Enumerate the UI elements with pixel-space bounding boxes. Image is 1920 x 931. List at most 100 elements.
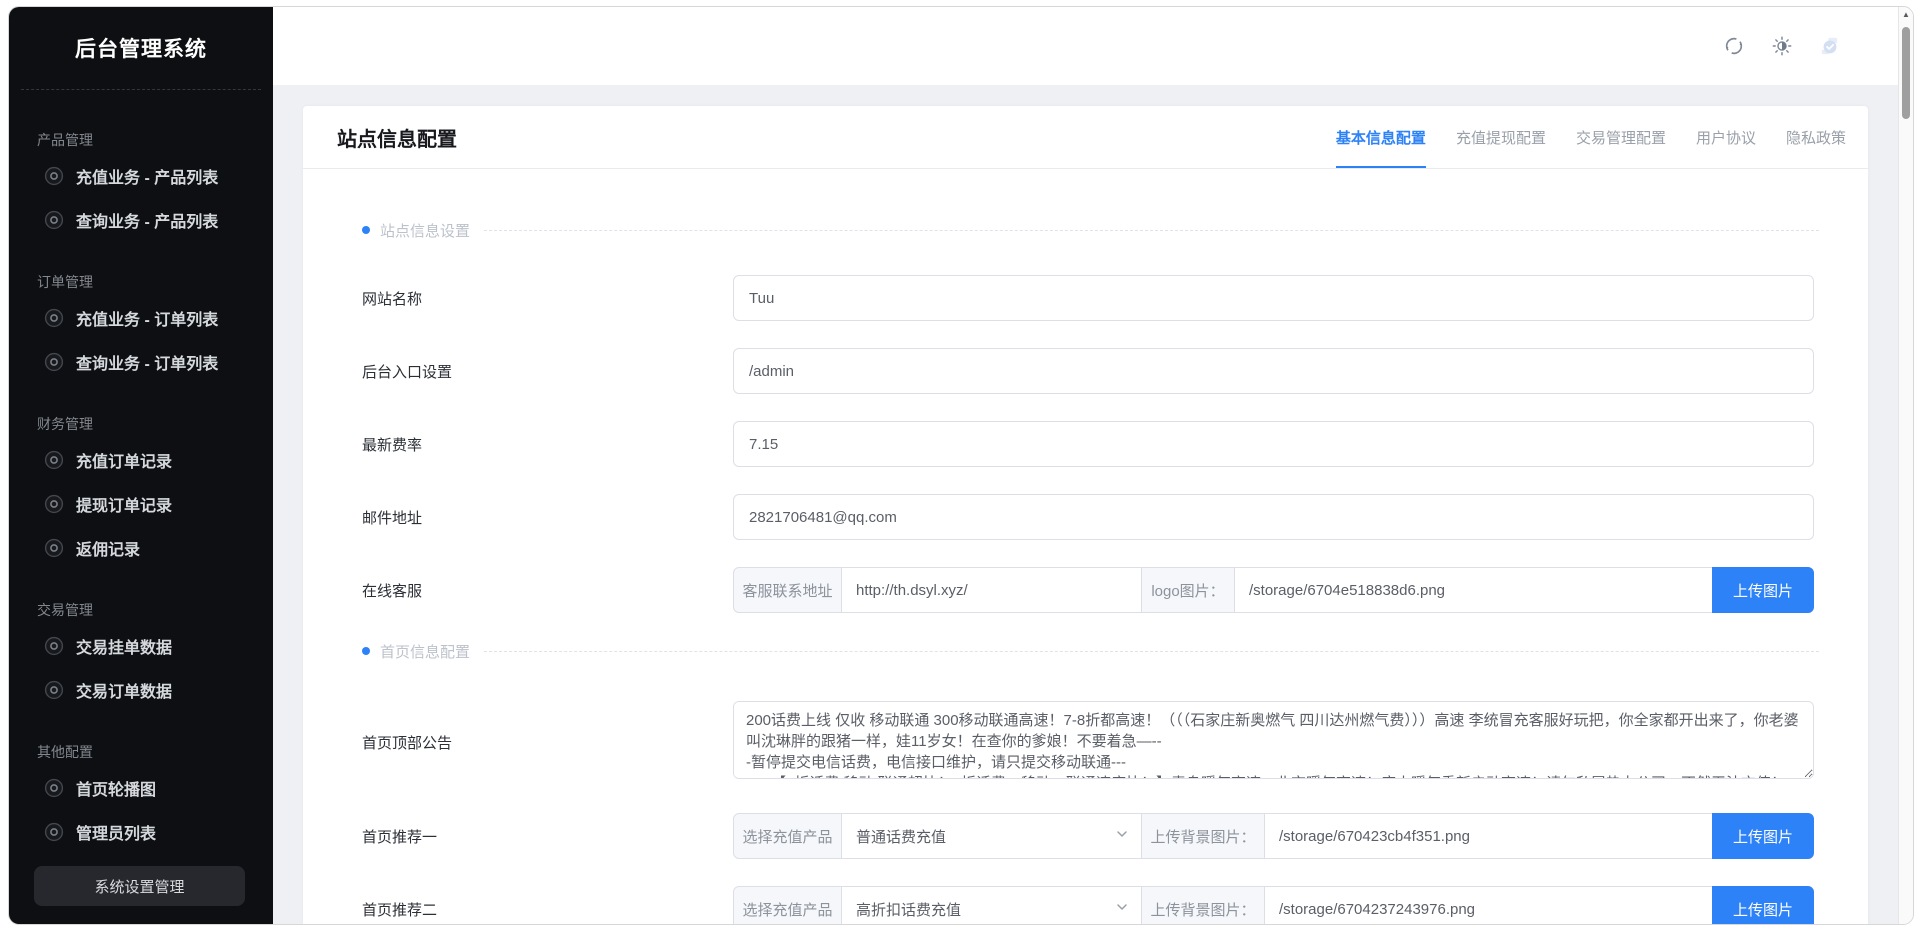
upload-recommend1-button[interactable]: 上传图片: [1712, 813, 1814, 859]
sidebar-item-commission-records[interactable]: 返佣记录: [9, 526, 273, 570]
latest-rate-label: 最新费率: [362, 436, 423, 454]
service-url-input[interactable]: [856, 581, 1127, 599]
disc-icon: [44, 352, 64, 372]
user-badge-icon[interactable]: [1819, 35, 1841, 57]
sidebar-group-orders: 订单管理: [37, 274, 93, 290]
window-scrollbar[interactable]: ▲: [1898, 7, 1913, 924]
theme-toggle-icon[interactable]: [1771, 35, 1793, 57]
scrollbar-thumb[interactable]: [1902, 27, 1910, 119]
latest-rate-input[interactable]: [733, 421, 1814, 467]
card-header: 站点信息配置 基本信息配置 充值提现配置 交易管理配置 用户协议 隐私政策: [303, 106, 1868, 169]
main-area: 站点信息配置 基本信息配置 充值提现配置 交易管理配置 用户协议 隐私政策 站点…: [273, 7, 1913, 924]
online-service-label: 在线客服: [362, 582, 423, 600]
site-name-input[interactable]: [733, 275, 1814, 321]
section-home-info: 首页信息配置: [362, 640, 1819, 662]
bg-image-addon: 上传背景图片：: [1141, 886, 1265, 924]
settings-card: 站点信息配置 基本信息配置 充值提现配置 交易管理配置 用户协议 隐私政策 站点…: [303, 106, 1868, 924]
email-row: 邮件地址: [362, 494, 1819, 540]
sidebar-item-trade-pending[interactable]: 交易挂单数据: [9, 624, 273, 668]
bg-image-addon: 上传背景图片：: [1141, 813, 1265, 859]
tab-bar: 基本信息配置 充值提现配置 交易管理配置 用户协议 隐私政策: [1335, 106, 1846, 168]
chevron-down-icon: [1115, 827, 1129, 845]
disc-icon: [44, 308, 64, 328]
home-notice-row: 首页顶部公告 200话费上线 仅收 移动联通 300移动联通高速！7-8折都高速…: [362, 701, 1819, 784]
recommend2-product-value: 高折扣话费充值: [856, 901, 962, 919]
section-title: 首页信息配置: [380, 643, 471, 661]
home-recommend1-label: 首页推荐一: [362, 828, 438, 846]
disc-icon: [44, 450, 64, 470]
disc-icon: [44, 494, 64, 514]
sidebar-group-products: 产品管理: [37, 132, 93, 148]
recommend1-product-value: 普通话费充值: [856, 828, 947, 846]
logo-image-addon: logo图片：: [1141, 567, 1235, 613]
disc-icon: [44, 210, 64, 230]
sidebar: 后台管理系统 产品管理 充值业务 - 产品列表 查询业务 - 产品列表 订单管理…: [9, 7, 273, 924]
sidebar-item-admin-list[interactable]: 管理员列表: [9, 810, 273, 854]
chevron-down-icon: [1115, 900, 1129, 918]
app-window: 后台管理系统 产品管理 充值业务 - 产品列表 查询业务 - 产品列表 订单管理…: [8, 6, 1914, 925]
section-dashed-line: [484, 229, 1819, 231]
section-title: 站点信息设置: [380, 222, 471, 240]
tab-privacy-policy[interactable]: 隐私政策: [1786, 106, 1846, 168]
recommend2-product-select[interactable]: 高折扣话费充值: [841, 886, 1142, 924]
disc-icon: [44, 778, 64, 798]
sidebar-item-label: 充值订单记录: [76, 454, 173, 471]
sidebar-item-withdraw-records[interactable]: 提现订单记录: [9, 482, 273, 526]
section-dot-icon: [362, 647, 370, 655]
refresh-icon[interactable]: [1723, 35, 1745, 57]
sidebar-item-query-products[interactable]: 查询业务 - 产品列表: [9, 198, 273, 242]
home-recommend1-row: 首页推荐一 选择充值产品 普通话费充值 上传背景图片： 上传图片: [362, 813, 1819, 859]
sidebar-divider: [21, 89, 261, 90]
home-notice-textarea[interactable]: 200话费上线 仅收 移动联通 300移动联通高速！7-8折都高速！（（（石家庄…: [733, 701, 1814, 779]
upload-recommend2-button[interactable]: 上传图片: [1712, 886, 1814, 924]
select-product-addon: 选择充值产品: [733, 813, 842, 859]
upload-logo-button[interactable]: 上传图片: [1712, 567, 1814, 613]
system-settings-button[interactable]: 系统设置管理: [34, 866, 245, 906]
admin-entry-row: 后台入口设置: [362, 348, 1819, 394]
tab-recharge-withdraw[interactable]: 充值提现配置: [1456, 106, 1546, 168]
sidebar-item-label: 首页轮播图: [76, 782, 157, 799]
recommend2-bg-path-input[interactable]: [1279, 900, 1698, 918]
scrollbar-up-arrow-icon[interactable]: ▲: [1902, 10, 1910, 19]
disc-icon: [44, 680, 64, 700]
sidebar-item-label: 查询业务 - 产品列表: [76, 214, 219, 231]
sidebar-group-other: 其他配置: [37, 744, 93, 760]
section-site-info: 站点信息设置: [362, 219, 1819, 241]
topbar: [273, 7, 1913, 85]
tab-user-agreement[interactable]: 用户协议: [1696, 106, 1756, 168]
admin-entry-input[interactable]: [733, 348, 1814, 394]
admin-entry-label: 后台入口设置: [362, 363, 453, 381]
section-dashed-line: [484, 650, 1819, 652]
disc-icon: [44, 822, 64, 842]
home-notice-label: 首页顶部公告: [362, 735, 453, 752]
sidebar-item-query-orders[interactable]: 查询业务 - 订单列表: [9, 340, 273, 384]
home-recommend2-row: 首页推荐二 选择充值产品 高折扣话费充值 上传背景图片： 上传图片: [362, 886, 1819, 924]
site-name-row: 网站名称: [362, 275, 1819, 321]
disc-icon: [44, 636, 64, 656]
home-recommend2-label: 首页推荐二: [362, 901, 438, 919]
latest-rate-row: 最新费率: [362, 421, 1819, 467]
sidebar-item-label: 充值业务 - 订单列表: [76, 312, 219, 329]
sidebar-item-label: 管理员列表: [76, 826, 157, 843]
recommend1-bg-path-input[interactable]: [1279, 827, 1698, 845]
tab-basic-info[interactable]: 基本信息配置: [1335, 106, 1426, 168]
email-input[interactable]: [733, 494, 1814, 540]
sidebar-item-trade-orders[interactable]: 交易订单数据: [9, 668, 273, 712]
sidebar-item-label: 交易挂单数据: [76, 640, 173, 657]
page-title: 站点信息配置: [337, 128, 457, 151]
select-product-addon: 选择充值产品: [733, 886, 842, 924]
disc-icon: [44, 538, 64, 558]
recommend1-product-select[interactable]: 普通话费充值: [841, 813, 1142, 859]
sidebar-item-home-carousel[interactable]: 首页轮播图: [9, 766, 273, 810]
online-service-row: 在线客服 客服联系地址 logo图片： 上传图片: [362, 567, 1819, 613]
app-title: 后台管理系统: [75, 38, 207, 61]
sidebar-item-recharge-orders[interactable]: 充值业务 - 订单列表: [9, 296, 273, 340]
tab-trade-management[interactable]: 交易管理配置: [1576, 106, 1666, 168]
card-body: 站点信息设置 网站名称 后台入口设置 最新费率: [303, 169, 1868, 924]
sidebar-item-recharge-products[interactable]: 充值业务 - 产品列表: [9, 154, 273, 198]
logo-path-input[interactable]: [1249, 581, 1698, 599]
section-dot-icon: [362, 226, 370, 234]
service-url-addon: 客服联系地址: [733, 567, 842, 613]
sidebar-item-recharge-records[interactable]: 充值订单记录: [9, 438, 273, 482]
sidebar-item-label: 交易订单数据: [76, 684, 173, 701]
